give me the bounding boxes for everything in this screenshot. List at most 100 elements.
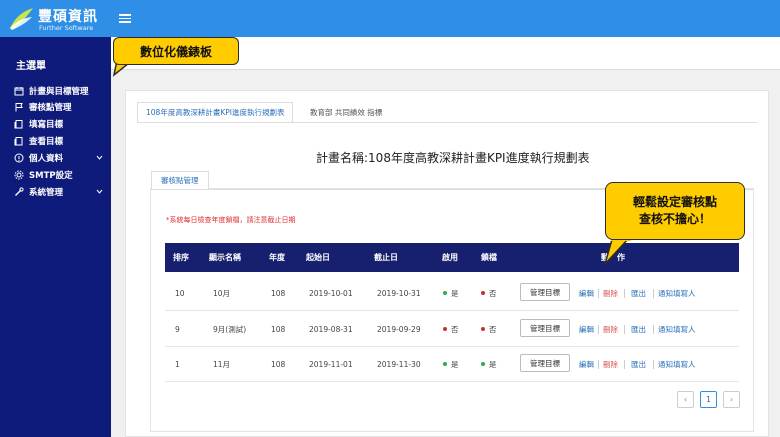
sidebar-item-label: 填寫目標	[29, 120, 64, 130]
enabled-value: 是	[451, 359, 459, 369]
manage-targets-button[interactable]: 管理目標	[520, 354, 570, 372]
callout-line: 查核不擔心！	[638, 212, 711, 226]
action-separator	[624, 360, 625, 369]
cell-name: 9月(測試)	[213, 324, 247, 334]
sidebar-item-fill-targets[interactable]: 填寫目標	[14, 117, 109, 131]
document-icon	[14, 120, 23, 129]
column-header-locked: 鎖檔	[481, 253, 497, 262]
status-dot-icon	[443, 327, 447, 331]
enabled-value: 是	[451, 288, 459, 298]
cell-end: 2019-11-30	[377, 359, 421, 369]
cell-start: 2019-11-01	[309, 359, 353, 369]
export-link[interactable]: 匯出	[631, 346, 646, 382]
sidebar-item-label: SMTP設定	[29, 171, 73, 181]
status-dot-icon	[481, 327, 485, 331]
chevron-down-icon	[96, 189, 103, 194]
sidebar-item-system-management[interactable]: 系統管理	[14, 185, 109, 199]
delete-link[interactable]: 刪除	[603, 311, 618, 347]
action-separator	[624, 325, 625, 334]
column-header-enabled: 啟用	[442, 253, 458, 262]
enabled-value: 否	[451, 324, 459, 334]
export-link[interactable]: 匯出	[631, 275, 646, 311]
sidebar-item-view-targets[interactable]: 查看目標	[14, 134, 109, 148]
cell-end: 2019-10-31	[377, 288, 421, 298]
sidebar-item-label: 系統管理	[29, 188, 64, 198]
top-bar	[0, 0, 780, 37]
action-separator	[598, 360, 599, 369]
delete-link[interactable]: 刪除	[603, 275, 618, 311]
tab-divider	[137, 122, 757, 123]
leaf-logo-icon	[10, 8, 33, 30]
tab-audit-points[interactable]: 審核點管理	[151, 171, 209, 190]
flag-icon	[15, 103, 23, 112]
column-header-end: 截止日	[374, 253, 398, 262]
status-dot-icon	[481, 291, 485, 295]
manage-targets-button[interactable]: 管理目標	[520, 319, 570, 337]
dashboard-callout: 數位化儀錶板	[113, 37, 239, 65]
column-header-start: 起始日	[306, 253, 330, 262]
status-dot-icon	[443, 291, 447, 295]
wrench-icon	[15, 187, 24, 196]
sidebar-item-label: 個人資料	[29, 154, 64, 164]
notify-writer-link[interactable]: 通知填寫人	[658, 311, 696, 347]
cell-name: 11月	[213, 359, 231, 369]
table-row: 9 9月(測試) 108 2019-08-31 2019-09-29 否 否 管…	[165, 311, 739, 347]
export-link[interactable]: 匯出	[631, 311, 646, 347]
action-separator	[653, 325, 654, 334]
cell-locked: 是	[481, 346, 497, 382]
sidebar-item-smtp-settings[interactable]: SMTP設定	[14, 168, 109, 182]
edit-link[interactable]: 編輯	[579, 346, 594, 382]
next-page-button[interactable]: ›	[723, 391, 740, 408]
cell-year: 108	[271, 359, 286, 369]
cell-name: 10月	[213, 288, 231, 298]
sidebar-item-label: 查看目標	[29, 137, 64, 147]
table-header: 排序 顯示名稱 年度 起始日 截止日 啟用 鎖檔 動 作	[165, 243, 739, 272]
sidebar-item-label: 計畫與目標管理	[29, 87, 89, 97]
page-1-button[interactable]: 1	[700, 391, 717, 408]
cell-year: 108	[271, 288, 286, 298]
callout-line: 輕鬆設定審核點	[632, 195, 717, 209]
sidebar-item-label: 審核點管理	[29, 103, 72, 113]
brand-subtitle: Further Software	[39, 24, 94, 32]
notify-writer-link[interactable]: 通知填寫人	[658, 275, 696, 311]
cell-end: 2019-09-29	[377, 324, 421, 334]
cell-enabled: 是	[443, 346, 459, 382]
plan-name: 計畫名稱:108年度高教深耕計畫KPI進度執行規劃表	[316, 151, 590, 165]
action-separator	[598, 325, 599, 334]
cell-start: 2019-08-31	[309, 324, 353, 334]
brand-title: 豐碩資訊	[38, 9, 98, 25]
edit-link[interactable]: 編輯	[579, 311, 594, 347]
sidebar: 主選單 計畫與目標管理 審核點管理 填寫目標 查看目標 個人資料 SMTP設定 …	[0, 37, 111, 437]
table-row: 10 10月 108 2019-10-01 2019-10-31 是 否 管理目…	[165, 275, 739, 311]
edit-link[interactable]: 編輯	[579, 275, 594, 311]
delete-link[interactable]: 刪除	[603, 346, 618, 382]
status-dot-icon	[443, 362, 447, 366]
action-separator	[624, 289, 625, 298]
cell-year: 108	[271, 324, 286, 334]
manage-targets-button[interactable]: 管理目標	[520, 283, 570, 301]
audit-points-callout: 輕鬆設定審核點 查核不擔心！	[605, 182, 745, 240]
prev-page-button[interactable]: ‹	[677, 391, 694, 408]
locked-value: 是	[489, 359, 497, 369]
calendar-icon	[14, 87, 24, 96]
status-dot-icon	[481, 362, 485, 366]
column-header-order: 排序	[173, 253, 189, 262]
tab-moe-indicators[interactable]: 教育部 共同績效 指標	[302, 102, 390, 123]
sidebar-item-audit-points[interactable]: 審核點管理	[14, 100, 109, 114]
chevron-down-icon	[96, 155, 103, 160]
cell-order: 9	[175, 324, 180, 334]
brand-logo[interactable]: 豐碩資訊 Further Software	[8, 4, 113, 34]
sidebar-item-plan-management[interactable]: 計畫與目標管理	[14, 84, 109, 98]
menu-toggle-icon[interactable]	[119, 12, 131, 24]
cell-enabled: 是	[443, 275, 459, 311]
cell-enabled: 否	[443, 311, 459, 347]
column-header-name: 顯示名稱	[209, 253, 241, 262]
table-row: 1 11月 108 2019-11-01 2019-11-30 是 是 管理目標…	[165, 346, 739, 382]
document-icon	[14, 137, 23, 146]
notify-writer-link[interactable]: 通知填寫人	[658, 346, 696, 382]
sidebar-item-personal-info[interactable]: 個人資料	[14, 151, 109, 165]
cell-locked: 否	[481, 275, 497, 311]
cell-start: 2019-10-01	[309, 288, 353, 298]
action-separator	[598, 289, 599, 298]
tab-kpi-plan[interactable]: 108年度高教深耕計畫KPI進度執行規劃表	[137, 102, 294, 123]
